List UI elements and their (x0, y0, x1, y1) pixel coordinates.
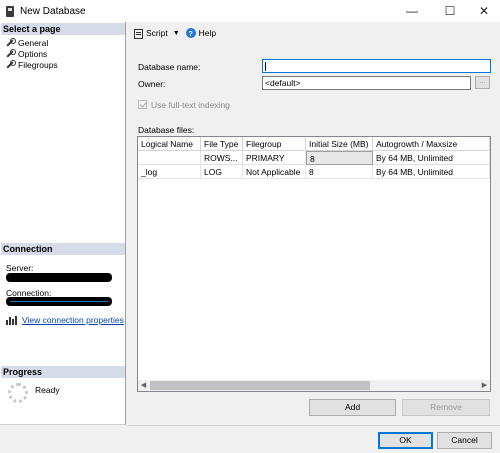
scroll-right-icon[interactable]: ▶ (479, 380, 490, 391)
scroll-left-icon[interactable]: ◀ (138, 380, 149, 391)
sidebar-item-label: Options (18, 48, 48, 59)
wrench-icon (5, 49, 16, 58)
server-value-redacted (6, 273, 112, 282)
help-button[interactable]: Help (199, 28, 216, 38)
wrench-icon (5, 38, 16, 47)
minimize-button[interactable]: — (392, 0, 432, 22)
server-label: Server: (6, 263, 34, 273)
select-page-header: Select a page (1, 23, 125, 35)
table-cell[interactable]: By 64 MB, Unlimited (373, 151, 490, 165)
remove-button[interactable]: Remove (402, 399, 490, 416)
help-icon: ? (185, 28, 196, 38)
fulltext-checkbox[interactable] (138, 100, 147, 109)
progress-status: Ready (35, 385, 60, 395)
progress-spinner-icon (8, 383, 28, 403)
database-name-input[interactable] (262, 59, 491, 73)
table-cell[interactable]: By 64 MB, Unlimited (373, 165, 490, 179)
database-files-label: Database files: (138, 125, 195, 135)
connection-header: Connection (1, 243, 125, 255)
horizontal-scrollbar[interactable]: ◀ ▶ (138, 380, 490, 391)
table-cell[interactable]: LOG (201, 165, 243, 179)
sidebar-item-filegroups[interactable]: Filegroups (5, 59, 58, 70)
wrench-icon (5, 60, 16, 69)
table-cell[interactable]: 8 (306, 165, 373, 179)
ok-button[interactable]: OK (378, 432, 433, 449)
owner-input[interactable]: <default> (262, 76, 471, 90)
column-header[interactable]: Filegroup (243, 137, 306, 151)
column-header[interactable]: Initial Size (MB) (306, 137, 373, 151)
fulltext-label: Use full-text indexing (151, 100, 230, 110)
table-row[interactable]: ROWS... PRIMARY 8 By 64 MB, Unlimited (138, 151, 490, 165)
database-name-label: Database name: (138, 62, 201, 72)
column-header[interactable]: File Type (201, 137, 243, 151)
table-cell[interactable]: Not Applicable (243, 165, 306, 179)
table-row[interactable]: _log LOG Not Applicable 8 By 64 MB, Unli… (138, 165, 490, 179)
initial-size-input[interactable]: 8 (306, 151, 373, 165)
connection-properties-icon (6, 315, 18, 325)
sidebar-item-general[interactable]: General (5, 37, 48, 48)
close-button[interactable]: ✕ (464, 0, 500, 22)
script-dropdown-caret-icon[interactable]: ▼ (173, 30, 180, 37)
table-cell[interactable] (138, 151, 201, 165)
add-button[interactable]: Add (309, 399, 396, 416)
scrollbar-thumb[interactable] (150, 381, 370, 390)
table-cell[interactable]: PRIMARY (243, 151, 306, 165)
toolbar: Script ▼ ? Help (127, 22, 500, 44)
window-title: New Database (20, 5, 86, 17)
footer-divider (127, 425, 500, 426)
table-cell[interactable]: ROWS... (201, 151, 243, 165)
progress-header: Progress (1, 366, 125, 378)
sidebar-item-options[interactable]: Options (5, 48, 47, 59)
owner-label: Owner: (138, 79, 166, 89)
view-connection-properties-link[interactable]: View connection properties (22, 315, 124, 325)
text-cursor (265, 62, 266, 71)
table-cell[interactable]: _log (138, 165, 201, 179)
column-header[interactable]: Logical Name (138, 137, 201, 151)
left-panel: Select a page General Options Filegroups… (0, 22, 126, 425)
sidebar-item-label: Filegroups (18, 59, 58, 70)
title-bar: New Database — ☐ ✕ (0, 0, 500, 22)
connection-value-redacted (6, 297, 112, 306)
grid-header-row: Logical Name File Type Filegroup Initial… (138, 137, 490, 151)
cancel-button[interactable]: Cancel (437, 432, 492, 449)
database-files-grid[interactable]: Logical Name File Type Filegroup Initial… (137, 136, 491, 392)
column-header[interactable]: Autogrowth / Maxsize (373, 137, 490, 151)
owner-browse-button[interactable]: ... (475, 76, 490, 89)
script-button[interactable]: Script (146, 28, 168, 38)
view-connection-properties[interactable]: View connection properties (6, 315, 124, 325)
database-app-icon (6, 5, 14, 17)
sidebar-item-label: General (18, 37, 49, 48)
script-icon (133, 28, 143, 39)
